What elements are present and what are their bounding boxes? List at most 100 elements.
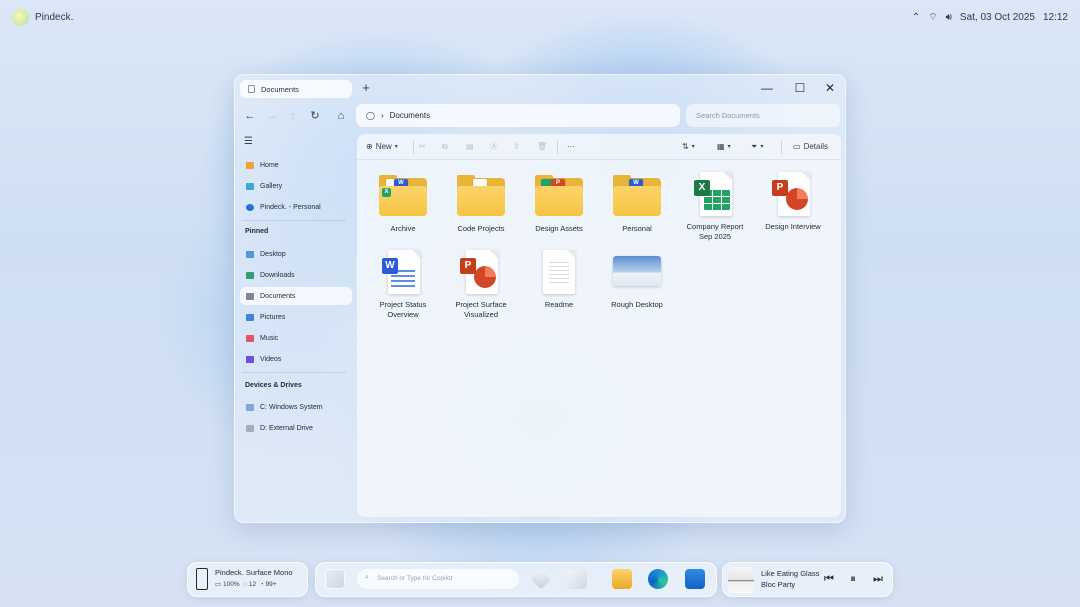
next-track-icon[interactable]: ⏭︎ (871, 572, 885, 586)
delete-icon[interactable]: 🗑︎ (537, 139, 547, 155)
details-label: Details (803, 142, 829, 151)
media-artist: Bloc Party (761, 580, 796, 589)
document-tab-icon (248, 85, 255, 93)
file-label: Project Status Overview (379, 300, 427, 319)
sidebar-item-music[interactable]: Music (240, 329, 352, 347)
chevron-down-icon: ▾ (394, 144, 398, 150)
folder-icon: W (611, 174, 663, 220)
sidebar-item-gallery[interactable]: Gallery (240, 177, 352, 195)
breadcrumb-separator: › (380, 111, 384, 120)
brand[interactable]: Pindeck. (12, 8, 74, 26)
file-item-design-interview[interactable]: P Design Interview (754, 172, 832, 232)
sidebar-divider (242, 220, 346, 221)
new-tab-button[interactable]: + (358, 80, 374, 96)
file-explorer-icon[interactable] (612, 569, 632, 589)
minimize-button[interactable]: — (757, 80, 777, 96)
menu-icon[interactable]: ☰ (244, 136, 253, 147)
chevron-down-icon: ▾ (691, 144, 695, 150)
sidebar-item-d-drive[interactable]: D: External Drive (240, 419, 352, 437)
plus-circle-icon: ⊕ (366, 142, 373, 151)
content-pane: ⊕ New ▾ ✂ ⧉ ▤ Ⓐ ⇪ 🗑︎ ··· ⇅ ▾ ▦ ▾ ⏷ ▾ ▭ D… (357, 134, 841, 517)
volume-icon[interactable]: 🔊︎ (946, 12, 952, 23)
drive-icon (246, 403, 254, 411)
new-button[interactable]: ⊕ New ▾ (366, 139, 398, 155)
back-arrow-icon[interactable]: ← (241, 107, 259, 125)
taskbar-apps: Search or Type for Copilot ⌕ (315, 562, 717, 597)
sort-button[interactable]: ⇅ ▾ (682, 139, 695, 155)
brand-logo-icon (12, 8, 29, 26)
sidebar-item-c-drive[interactable]: C: Windows System (240, 398, 352, 416)
file-item-readme[interactable]: Readme (520, 250, 598, 310)
sidebar-item-label: D: External Drive (260, 424, 313, 432)
breadcrumb-documents[interactable]: Documents (390, 111, 430, 120)
date-label[interactable]: Sat, 03 Oct 2025 (960, 12, 1035, 23)
previous-track-icon[interactable]: ⏮︎ (822, 572, 836, 586)
sidebar-item-label: Documents (260, 292, 296, 300)
device-name: Pindeck. Surface Mono (215, 568, 293, 577)
home-icon[interactable]: ⌂ (332, 107, 350, 125)
sidebar-item-home[interactable]: Home (240, 156, 352, 174)
command-bar: ⊕ New ▾ ✂ ⧉ ▤ Ⓐ ⇪ 🗑︎ ··· ⇅ ▾ ▦ ▾ ⏷ ▾ ▭ D… (357, 134, 841, 160)
filter-button[interactable]: ⏷ ▾ (751, 139, 763, 155)
file-item-design-assets[interactable]: P Design Assets (520, 174, 598, 234)
share-icon[interactable]: ⇪ (513, 139, 520, 155)
pause-icon[interactable]: ⏸︎ (846, 572, 860, 586)
sidebar-item-videos[interactable]: Videos (240, 350, 352, 368)
address-bar[interactable]: ◯ › Documents (356, 104, 680, 127)
sidebar-item-documents[interactable]: Documents (240, 287, 352, 305)
media-player-panel: Like Eating Glass Bloc Party ⏮︎ ⏸︎ ⏭︎ (722, 562, 893, 597)
refresh-icon[interactable]: ↻ (306, 107, 324, 125)
file-item-project-status[interactable]: W Project Status Overview (364, 250, 442, 320)
sidebar-item-label: Downloads (260, 271, 295, 279)
up-arrow-icon[interactable]: ↑ (284, 107, 302, 125)
chevron-up-icon[interactable]: ⌃ (912, 12, 920, 23)
start-icon[interactable] (325, 569, 345, 589)
wifi-icon[interactable]: ⌔ (928, 11, 937, 24)
copilot-icon[interactable] (530, 568, 552, 590)
powerpoint-file-icon: P (767, 172, 819, 218)
sidebar-item-personal[interactable]: Pindeck. - Personal (240, 198, 352, 216)
details-button[interactable]: ▭ Details (793, 139, 828, 155)
tab-documents[interactable]: Documents (240, 80, 352, 98)
sidebar-item-desktop[interactable]: Desktop (240, 245, 352, 263)
battery-level: 100% (222, 581, 240, 588)
taskbar-search-input[interactable]: Search or Type for Copilot (357, 569, 519, 589)
chevron-down-icon: ▾ (760, 144, 764, 150)
more-options-icon[interactable]: ··· (567, 139, 575, 155)
brand-label: Pindeck. (35, 11, 74, 23)
edge-browser-icon[interactable] (648, 569, 668, 589)
user-icon: ◯ (366, 111, 375, 120)
paste-icon[interactable]: ▤ (466, 139, 474, 155)
file-item-project-surface[interactable]: P Project Surface Visualized (442, 250, 520, 320)
gallery-icon (246, 182, 254, 190)
image-file-icon (611, 250, 663, 296)
view-button[interactable]: ▦ ▾ (717, 139, 731, 155)
word-file-icon: W (377, 250, 429, 296)
downloads-icon (246, 271, 254, 279)
file-item-personal[interactable]: W Personal (598, 174, 676, 234)
file-label: Readme (544, 300, 574, 309)
copy-icon[interactable]: ⧉ (442, 139, 448, 155)
task-view-icon[interactable] (567, 569, 587, 589)
text-file-icon (533, 250, 585, 296)
chevron-down-icon: ▾ (727, 144, 731, 150)
store-icon[interactable] (685, 569, 705, 589)
file-item-archive[interactable]: W X Archive (364, 174, 442, 234)
file-item-company-report[interactable]: X Company Report Sep 2025 (676, 172, 754, 242)
file-item-rough-desktop[interactable]: Rough Desktop (598, 250, 676, 310)
sidebar-item-downloads[interactable]: Downloads (240, 266, 352, 284)
close-button[interactable]: ✕ (820, 80, 840, 96)
title-bar: Documents + — ☐ ✕ (234, 74, 846, 102)
excel-file-icon: X (689, 172, 741, 218)
rename-icon[interactable]: Ⓐ (490, 139, 498, 155)
sidebar-item-pictures[interactable]: Pictures (240, 308, 352, 326)
cut-icon[interactable]: ✂ (419, 139, 426, 155)
folder-icon: P (533, 174, 585, 220)
device-status-panel[interactable]: Pindeck. Surface Mono ▭ 100% ◌ 12 ◔ 99+ (187, 562, 308, 597)
time-label[interactable]: 12:12 (1043, 12, 1068, 23)
file-item-code-projects[interactable]: Code Projects (442, 174, 520, 234)
forward-arrow-icon[interactable]: → (263, 107, 281, 125)
maximize-button[interactable]: ☐ (790, 80, 810, 96)
file-explorer-window: Documents + — ☐ ✕ ← → ↑ ↻ ⌂ ◯ › Document… (234, 74, 846, 523)
search-input[interactable]: Search Documents (686, 104, 840, 127)
